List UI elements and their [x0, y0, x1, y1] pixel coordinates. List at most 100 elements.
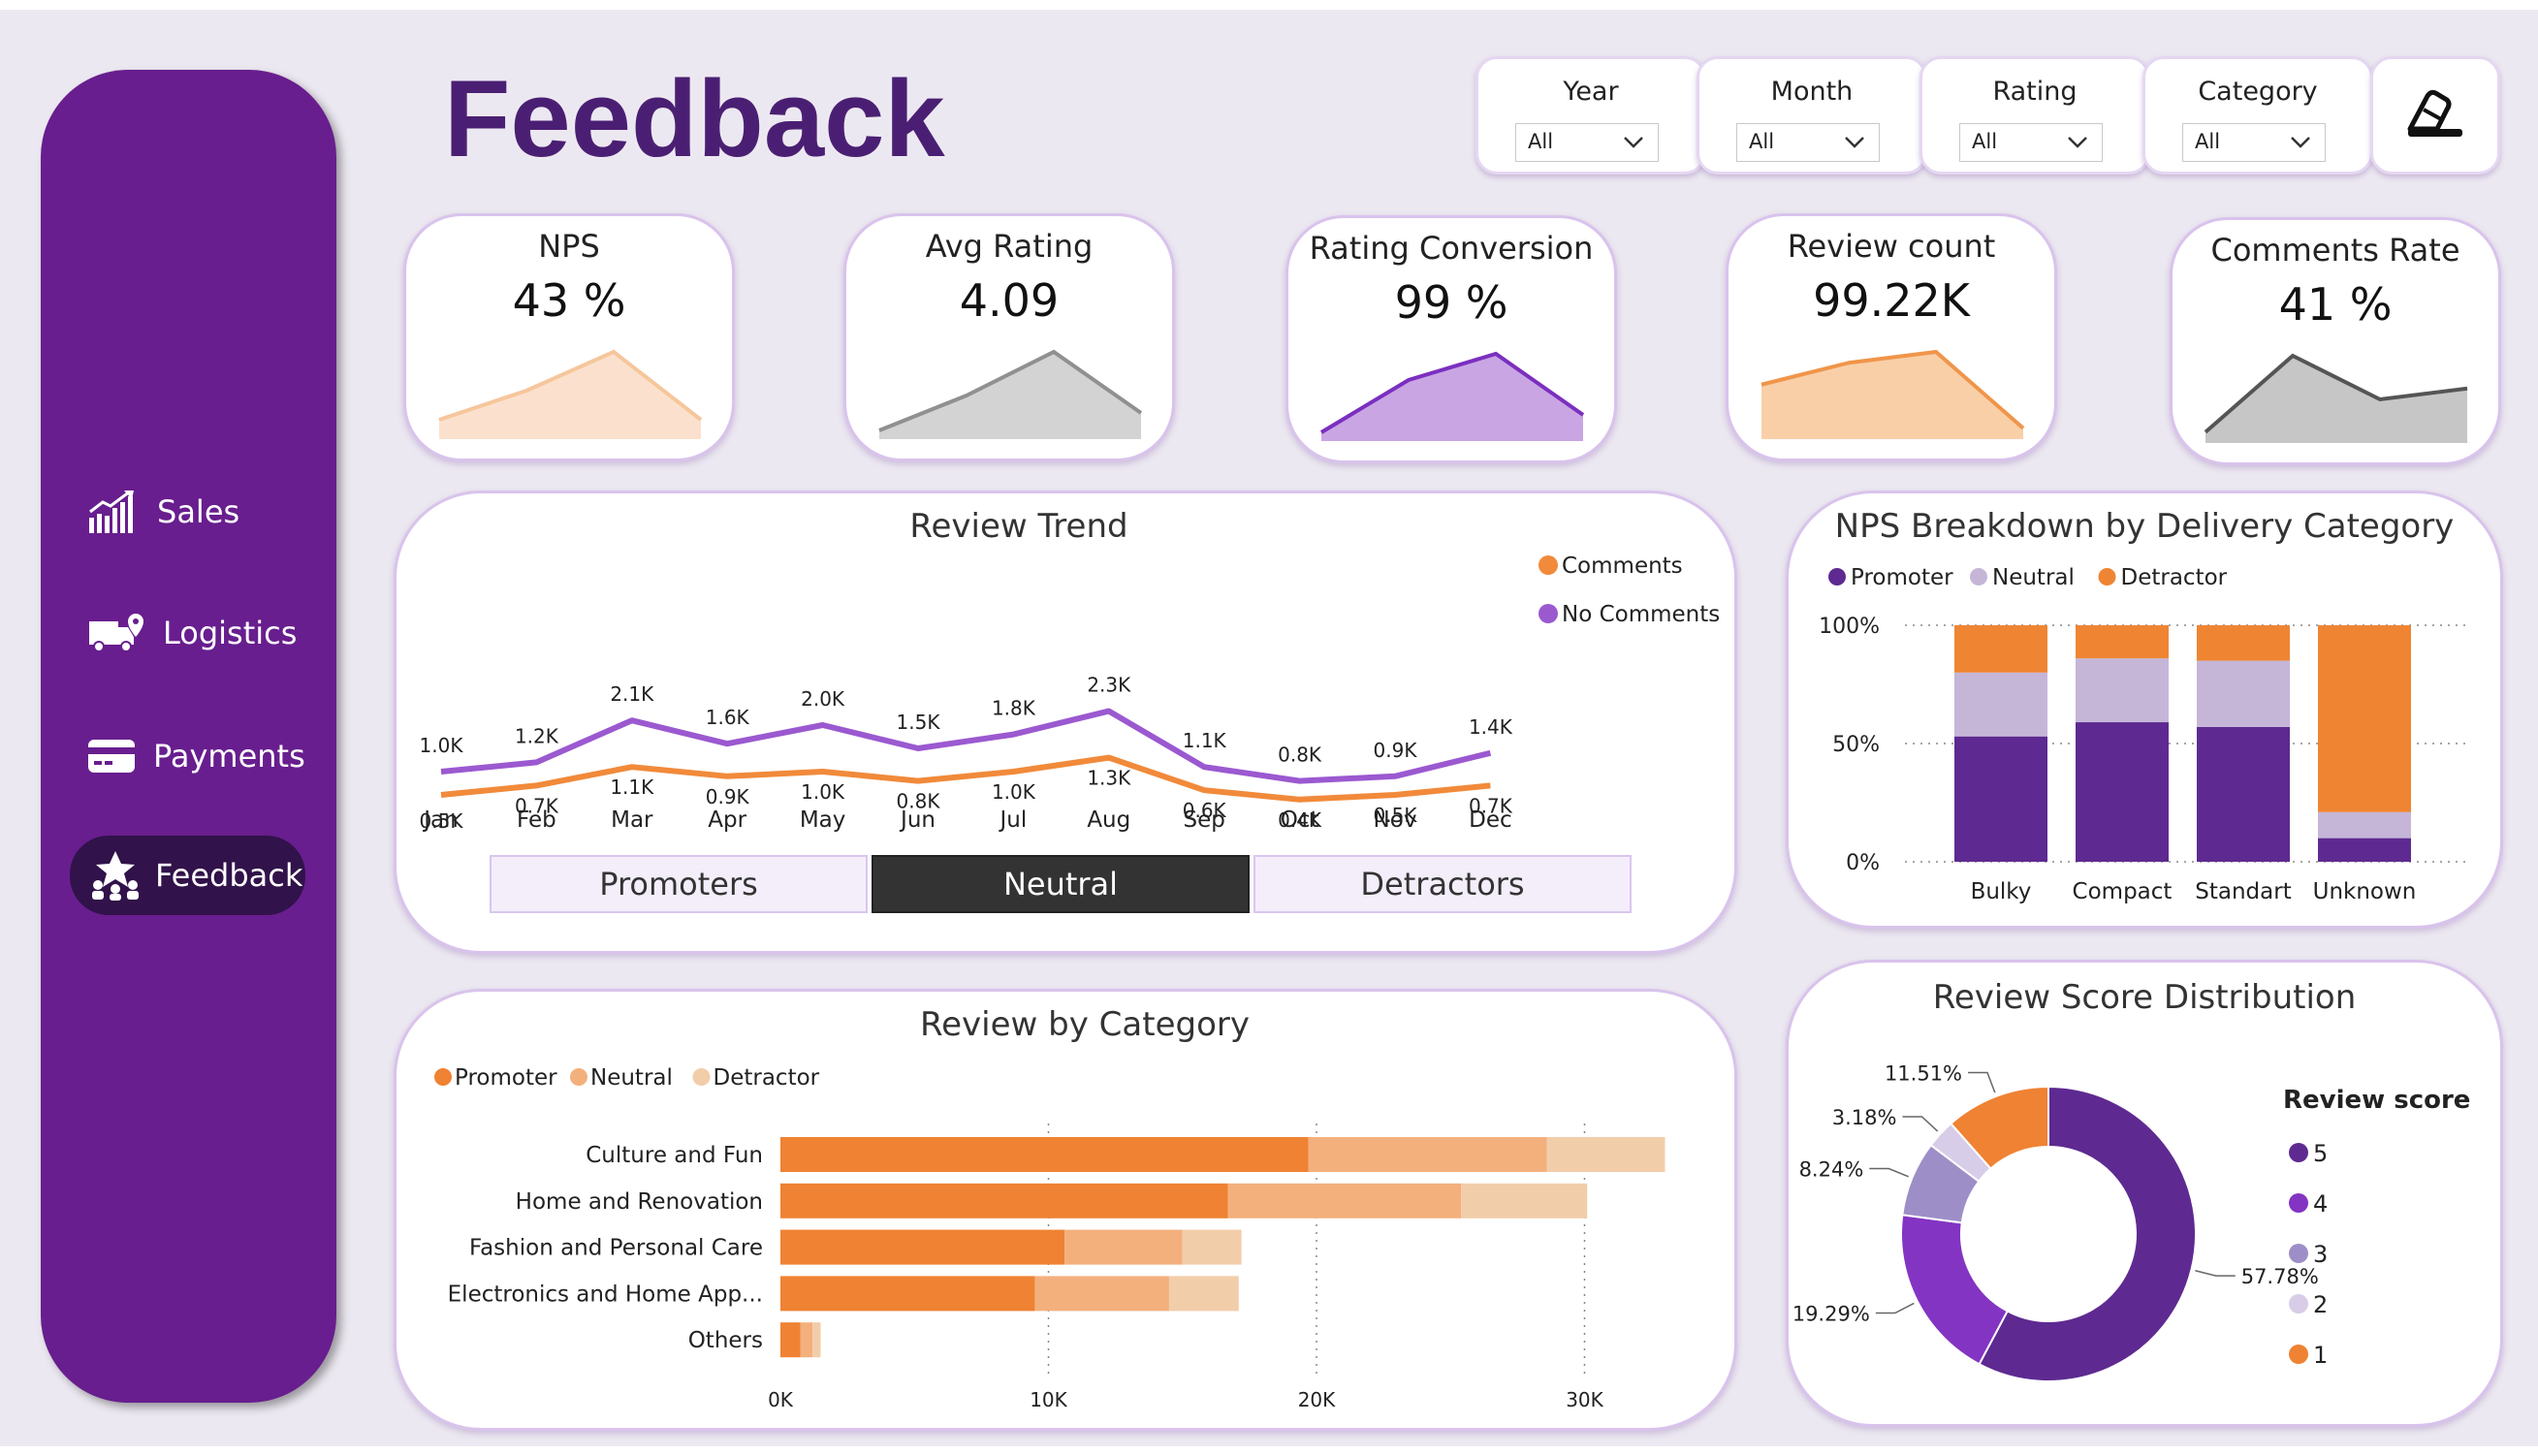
legend-label: Comments — [1562, 554, 1683, 579]
promoters-button[interactable]: Promoters — [490, 855, 868, 913]
chevron-down-icon — [1624, 137, 1643, 148]
chevron-down-icon — [2291, 137, 2310, 148]
filter-dropdown[interactable]: All — [1959, 123, 2103, 162]
filter-category[interactable]: Category All — [2142, 56, 2373, 174]
legend-label: Promoter — [1851, 565, 1953, 590]
series-line — [440, 708, 1492, 784]
bar-segment — [2318, 838, 2411, 862]
filter-month[interactable]: Month All — [1697, 56, 1927, 174]
nav-item-sales[interactable]: Sales — [87, 477, 330, 547]
legend-label: 2 — [2313, 1291, 2328, 1318]
data-label: 2.1K — [610, 682, 654, 706]
legend-marker — [570, 1068, 587, 1086]
legend-marker — [434, 1068, 452, 1086]
x-tick-label: Aug — [1087, 807, 1130, 833]
data-label: 1.1K — [1183, 729, 1227, 752]
nav-item-feedback[interactable]: Feedback — [70, 836, 305, 915]
slice-label: 11.51% — [1885, 1062, 1962, 1086]
x-tick-label: Dec — [1469, 807, 1512, 833]
x-tick-label: Jun — [899, 807, 936, 833]
nps-breakdown-card: NPS Breakdown by Delivery Category Promo… — [1786, 491, 2503, 929]
filter-dropdown[interactable]: All — [1736, 123, 1880, 162]
filter-year[interactable]: Year All — [1475, 56, 1706, 174]
data-label: 0.9K — [706, 785, 750, 808]
x-tick-label: 10K — [1030, 1388, 1067, 1411]
bar-segment — [1034, 1276, 1169, 1312]
x-tick-label: Jul — [999, 807, 1028, 833]
bar-segment — [1227, 1183, 1462, 1219]
bar-segment — [1064, 1229, 1183, 1265]
kpi-sparkline — [878, 349, 1143, 439]
x-tick-label: Nov — [1374, 807, 1417, 833]
data-label: 1.5K — [897, 711, 941, 734]
detractors-button[interactable]: Detractors — [1253, 855, 1632, 913]
bar-segment — [1461, 1183, 1588, 1219]
bar-segment — [1308, 1137, 1547, 1172]
sidebar: Sales Logistics Payments Feedback — [41, 70, 336, 1403]
bar-segment — [800, 1322, 813, 1358]
kpi-value: 99 % — [1394, 276, 1508, 329]
legend-label: 4 — [2313, 1190, 2328, 1218]
kpi-card-review-count: Review count 99.22K — [1726, 213, 2057, 461]
filter-value: All — [2195, 130, 2221, 153]
chevron-down-icon — [1845, 137, 1864, 148]
kpi-sparkline — [1761, 349, 2025, 439]
filter-dropdown[interactable]: All — [1515, 123, 1659, 162]
review-by-category-card: Review by Category Promoter Neutral Detrac… — [394, 989, 1737, 1431]
data-label: 1.0K — [420, 734, 464, 757]
nav-label: Logistics — [163, 615, 298, 651]
bar-segment — [2076, 722, 2169, 862]
dashboard-canvas: Sales Logistics Payments Feedback Feedba… — [0, 10, 2538, 1446]
eraser-icon — [2407, 89, 2462, 137]
kpi-card-avg-rating: Avg Rating 4.09 — [843, 213, 1175, 461]
kpi-title: Review count — [1787, 228, 1996, 265]
data-label: 1.3K — [1087, 767, 1131, 790]
score-distribution-card: Review Score Distribution 57.78% 19.29% 8.… — [1786, 960, 2503, 1427]
x-tick-label: Feb — [517, 807, 556, 833]
bar-segment — [2197, 726, 2290, 862]
filter-dropdown[interactable]: All — [2182, 123, 2326, 162]
legend-label: Detractor — [2121, 565, 2228, 590]
nav-label: Feedback — [155, 857, 303, 894]
kpi-value: 43 % — [512, 274, 626, 327]
clear-filters-button[interactable] — [2370, 56, 2500, 174]
bar-segment — [1168, 1276, 1239, 1312]
leader-line — [1902, 1116, 1939, 1132]
leader-line — [2195, 1270, 2236, 1277]
legend-marker — [2289, 1345, 2308, 1364]
sparkline-area — [439, 352, 701, 439]
neutral-button[interactable]: Neutral — [872, 855, 1250, 913]
filter-value: All — [1972, 130, 1998, 153]
truck-location-icon — [89, 614, 143, 652]
data-label: 0.9K — [1374, 739, 1418, 762]
filter-rating[interactable]: Rating All — [1919, 56, 2150, 174]
kpi-title: Comments Rate — [2210, 232, 2460, 269]
kpi-value: 4.09 — [959, 274, 1060, 327]
credit-card-icon — [88, 740, 135, 773]
bar-segment — [2318, 811, 2411, 839]
nav-item-payments[interactable]: Payments — [87, 721, 349, 791]
legend-label: 3 — [2313, 1241, 2328, 1268]
bar-segment — [1954, 672, 2047, 737]
x-tick-label: Compact — [2073, 879, 2173, 904]
review-trend-card: Review Trend 1.0K 1.2K 2.1K 1.6K 2.0K 1.5K 1.8… — [394, 491, 1737, 954]
bar-segment — [1182, 1229, 1242, 1265]
legend-label: No Comments — [1562, 602, 1720, 627]
legend-label: Detractor — [714, 1065, 820, 1091]
bar-chart-icon — [89, 490, 134, 533]
slice-label: 8.24% — [1799, 1158, 1864, 1182]
leader-line — [1869, 1167, 1909, 1178]
x-tick-label: 30K — [1566, 1388, 1603, 1411]
legend-marker — [2289, 1193, 2308, 1213]
legend-marker — [692, 1068, 711, 1086]
legend-title: Review score — [2283, 1086, 2470, 1115]
legend-marker — [1970, 568, 1987, 586]
y-tick-label: 100% — [1819, 615, 1880, 639]
x-tick-label: May — [800, 807, 846, 833]
legend-marker — [2289, 1143, 2308, 1162]
nav-item-logistics[interactable]: Logistics — [87, 598, 339, 668]
chevron-down-icon — [2068, 137, 2087, 148]
x-tick-label: Bulky — [1971, 879, 2032, 904]
legend-marker — [2098, 568, 2116, 586]
x-tick-label: 0K — [768, 1388, 794, 1411]
